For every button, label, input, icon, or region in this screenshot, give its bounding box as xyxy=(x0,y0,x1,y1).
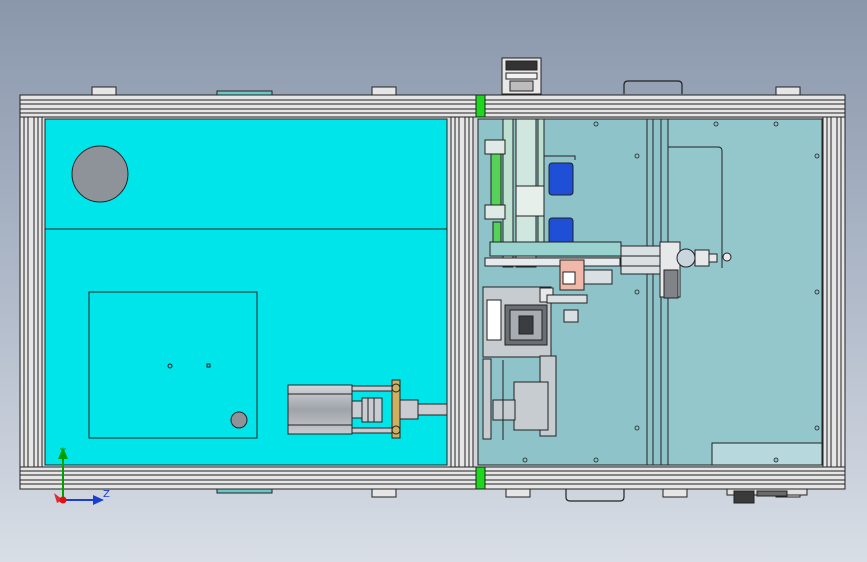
left-cover-panel xyxy=(41,116,452,468)
top-handle xyxy=(623,80,683,94)
z-axis-label: Z xyxy=(103,489,110,500)
cable-hole xyxy=(71,145,129,203)
bottom-mount-tabs xyxy=(216,488,801,498)
y-axis-label: Y xyxy=(59,447,67,458)
axis-origin xyxy=(59,496,67,504)
adjust-knob xyxy=(676,248,696,268)
bottom-handle xyxy=(565,489,625,502)
cad-viewport[interactable]: Y Z xyxy=(0,0,867,562)
top-mount-tabs xyxy=(91,86,801,96)
top-connector xyxy=(501,57,542,95)
cad-drawing: Y Z xyxy=(19,57,846,505)
